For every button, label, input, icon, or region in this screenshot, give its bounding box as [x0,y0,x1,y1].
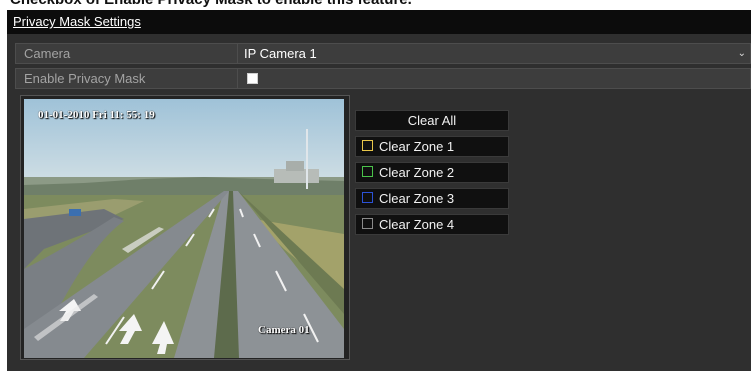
zone-2-color-icon [362,166,373,177]
preview-frame: 01-01-2010 Fri 11: 55: 19 Camera 01 [20,95,350,360]
enable-privacy-mask-row: Enable Privacy Mask [15,68,751,89]
zone-3-color-icon [362,192,373,203]
clear-zone-2-button[interactable]: Clear Zone 2 [355,162,509,183]
timestamp-overlay: 01-01-2010 Fri 11: 55: 19 [38,109,155,121]
clear-zone-4-label: Clear Zone 4 [379,217,455,232]
camera-name-overlay: Camera 01 [258,324,310,336]
enable-privacy-mask-label: Enable Privacy Mask [16,69,238,88]
clear-zone-1-button[interactable]: Clear Zone 1 [355,136,509,157]
clear-zone-2-label: Clear Zone 2 [379,165,455,180]
clear-zone-1-label: Clear Zone 1 [379,139,455,154]
camera-select[interactable]: IP Camera 1 ⌄ [240,44,750,63]
camera-row: Camera IP Camera 1 ⌄ [15,43,751,64]
enable-privacy-mask-checkbox[interactable] [247,73,258,84]
chevron-down-icon[interactable]: ⌄ [738,44,746,63]
camera-select-value: IP Camera 1 [244,46,317,61]
zone-4-color-icon [362,218,373,229]
clear-all-button[interactable]: Clear All [355,110,509,131]
zone-1-color-icon [362,140,373,151]
highway-scene-image [24,99,344,358]
privacy-mask-settings-window: Privacy Mask Settings Camera IP Camera 1… [7,10,751,371]
page-title: Privacy Mask Settings [13,14,141,29]
document-caption: Checkbox of Enable Privacy Mask to enabl… [0,0,751,9]
title-bar: Privacy Mask Settings [7,10,751,34]
clear-zone-3-label: Clear Zone 3 [379,191,455,206]
camera-label: Camera [16,44,238,63]
camera-preview[interactable]: 01-01-2010 Fri 11: 55: 19 Camera 01 [24,99,344,358]
clear-zone-3-button[interactable]: Clear Zone 3 [355,188,509,209]
clear-zone-4-button[interactable]: Clear Zone 4 [355,214,509,235]
